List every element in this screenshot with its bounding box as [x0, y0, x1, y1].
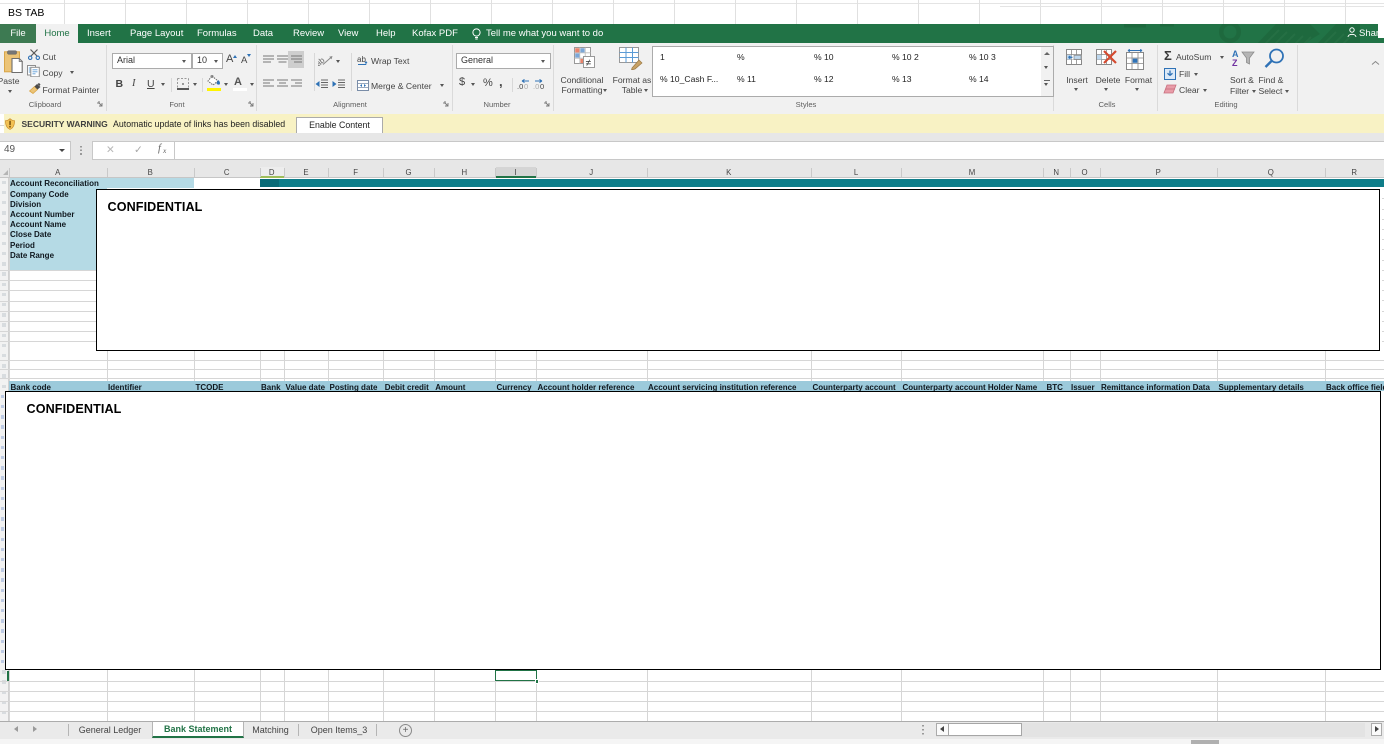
svg-text:ab: ab — [318, 55, 327, 66]
svg-text:≠: ≠ — [586, 58, 592, 69]
svg-text:.0: .0 — [517, 82, 523, 90]
svg-text:0: 0 — [540, 82, 544, 90]
svg-text:0: 0 — [524, 82, 528, 90]
svg-text:.0: .0 — [533, 82, 539, 90]
